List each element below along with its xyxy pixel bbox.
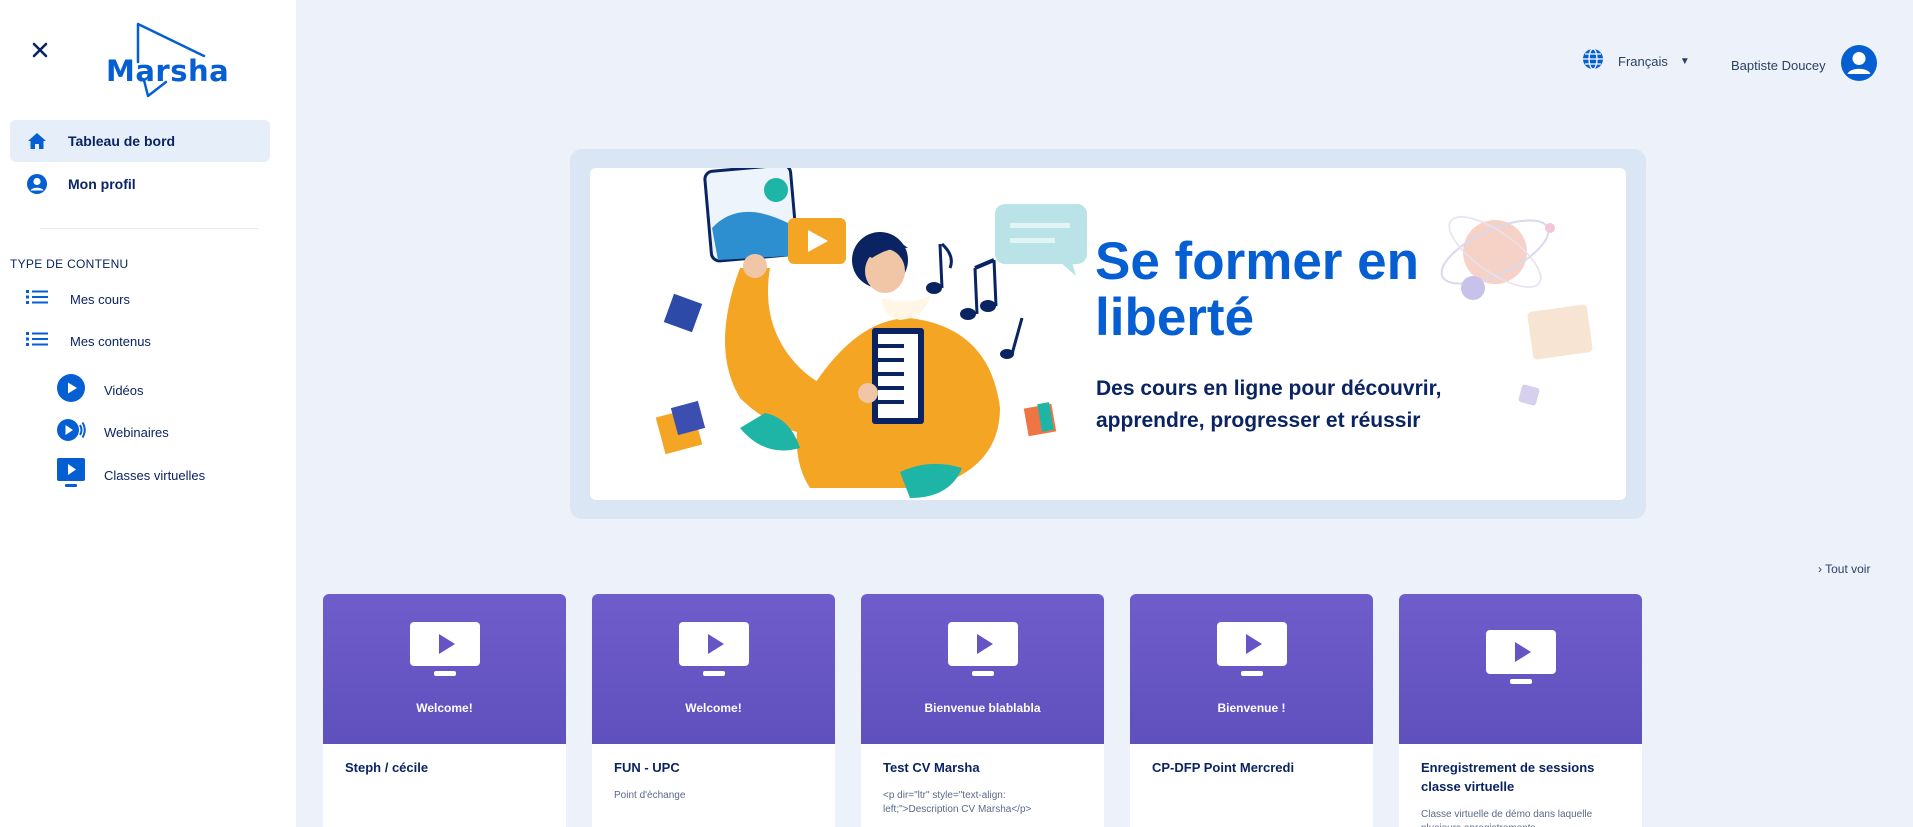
nav-label: Tableau de bord <box>68 133 176 149</box>
close-icon[interactable] <box>28 38 52 62</box>
card-title: Steph / cécile <box>345 760 429 775</box>
card-thumbnail: Welcome! <box>323 594 566 744</box>
card-thumbnail: Welcome! <box>592 594 835 744</box>
language-label: Français <box>1618 54 1668 69</box>
card-thumb-title: Welcome! <box>685 701 742 715</box>
monitor-play-icon <box>410 622 480 676</box>
course-card[interactable]: Welcome! Steph / cécile <box>323 594 566 827</box>
marsha-logo[interactable]: Marsha <box>104 22 229 100</box>
sidebar-item-my-courses[interactable]: Mes cours <box>26 289 130 310</box>
nav-item-profile[interactable]: Mon profil <box>10 163 270 205</box>
card-description: Classe virtuelle de démo dans laquelle p… <box>1421 809 1593 827</box>
hero-banner: Se former en liberté Des cours en ligne … <box>590 168 1626 500</box>
card-thumbnail <box>1399 594 1642 744</box>
chevron-down-icon: ▼ <box>1679 56 1690 67</box>
card-title: Enregistrement de sessions classe virtue… <box>1421 760 1595 794</box>
sidebar-item-label: Vidéos <box>104 383 144 398</box>
monitor-play-icon <box>56 457 86 494</box>
card-title: FUN - UPC <box>614 760 680 775</box>
course-card[interactable]: Enregistrement de sessions classe virtue… <box>1399 594 1642 827</box>
user-circle-icon <box>26 173 48 195</box>
logo-text: Marsha <box>106 54 230 88</box>
card-description: <p dir="ltr" style="text-align: left;">D… <box>883 790 1032 815</box>
user-menu[interactable]: Baptiste Doucey <box>1731 44 1878 87</box>
card-thumb-title: Welcome! <box>416 701 473 715</box>
card-title: Test CV Marsha <box>883 760 980 775</box>
list-icon <box>26 289 48 310</box>
card-thumb-title: Bienvenue blablabla <box>924 701 1041 715</box>
globe-icon <box>1582 48 1604 75</box>
sidebar-item-webinars[interactable]: Webinaires <box>56 415 169 450</box>
sidebar-item-virtual-classes[interactable]: Classes virtuelles <box>56 457 205 494</box>
nav-label: Mon profil <box>68 176 136 192</box>
monitor-play-icon <box>1217 622 1287 676</box>
sidebar-item-label: Mes contenus <box>70 334 151 349</box>
card-thumbnail: Bienvenue ! <box>1130 594 1373 744</box>
course-card[interactable]: Welcome! FUN - UPC Point d'échange <box>592 594 835 827</box>
sidebar-item-label: Mes cours <box>70 292 130 307</box>
sidebar-item-videos[interactable]: Vidéos <box>56 373 144 408</box>
card-description: Point d'échange <box>614 790 686 801</box>
monitor-play-icon <box>1486 630 1556 684</box>
play-circle-icon <box>56 373 86 408</box>
course-card[interactable]: Bienvenue blablabla Test CV Marsha <p di… <box>861 594 1104 827</box>
home-icon <box>26 130 48 152</box>
card-title: CP-DFP Point Mercredi <box>1152 760 1295 775</box>
user-name: Baptiste Doucey <box>1731 58 1826 73</box>
divider <box>40 228 258 229</box>
sidebar-item-my-contents[interactable]: Mes contenus <box>26 331 151 352</box>
card-thumbnail: Bienvenue blablabla <box>861 594 1104 744</box>
sidebar: Marsha Tableau de bord Mon profil TYPE D… <box>0 0 296 827</box>
banner-title: Se former en liberté <box>1095 232 1420 347</box>
banner-subtitle: Des cours en ligne pour découvrir, appre… <box>1096 377 1442 432</box>
card-thumb-title: Bienvenue ! <box>1217 701 1286 715</box>
nav-item-dashboard[interactable]: Tableau de bord <box>10 120 270 162</box>
section-title: TYPE DE CONTENU <box>10 257 129 271</box>
course-card[interactable]: Bienvenue ! CP-DFP Point Mercredi <box>1130 594 1373 827</box>
list-icon <box>26 331 48 352</box>
monitor-play-icon <box>948 622 1018 676</box>
sidebar-item-label: Classes virtuelles <box>104 468 206 483</box>
see-all-link[interactable]: › Tout voir <box>1818 562 1870 576</box>
user-circle-icon <box>1840 44 1878 87</box>
monitor-play-icon <box>679 622 749 676</box>
sidebar-item-label: Webinaires <box>104 425 169 440</box>
webinar-icon <box>56 415 86 450</box>
language-selector[interactable]: Français ▼ <box>1582 48 1690 75</box>
